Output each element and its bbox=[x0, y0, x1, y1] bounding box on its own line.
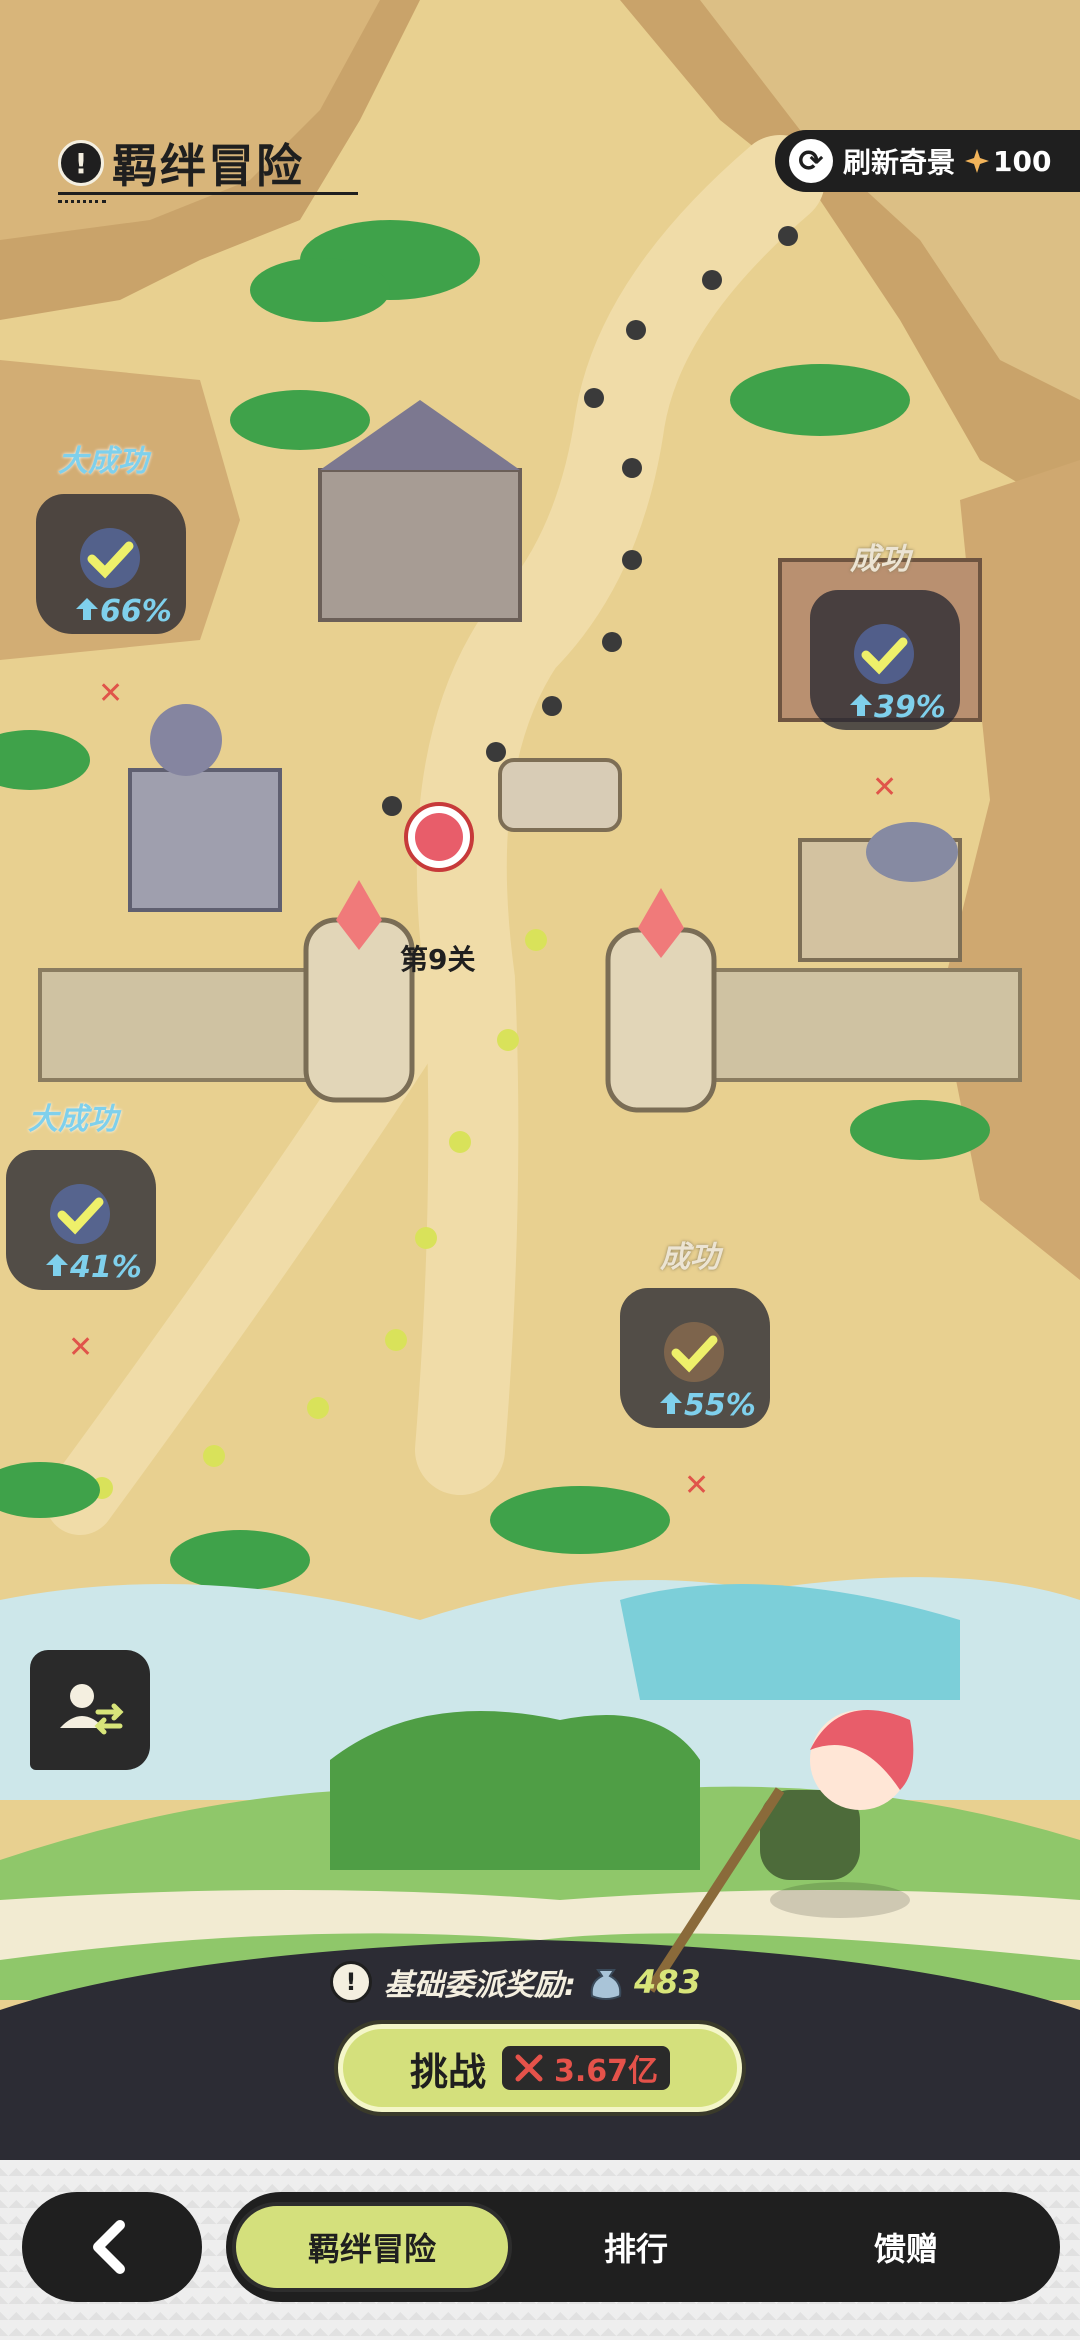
profile-swap-button[interactable] bbox=[30, 1650, 150, 1770]
map-node[interactable]: 55% bbox=[620, 1288, 770, 1438]
arrow-up-icon bbox=[46, 1254, 68, 1276]
arrow-up-icon bbox=[76, 598, 98, 620]
title-underline bbox=[58, 192, 358, 195]
reward-value: 483 bbox=[634, 1963, 701, 2001]
check-icon bbox=[854, 624, 914, 684]
star-gem-icon bbox=[965, 149, 990, 173]
refresh-scenery-button[interactable]: ⟳ 刷新奇景 100 bbox=[775, 130, 1080, 192]
refresh-icon: ⟳ bbox=[789, 139, 833, 183]
player-avatar bbox=[415, 813, 463, 861]
back-arrow-icon bbox=[93, 2220, 125, 2274]
check-icon bbox=[80, 528, 140, 588]
close-mark-icon: ✕ bbox=[68, 1330, 94, 1365]
player-marker[interactable] bbox=[404, 802, 474, 872]
node-status-label: 大成功 bbox=[58, 444, 148, 479]
map-node[interactable]: 39% bbox=[810, 590, 960, 740]
tab-ranking[interactable]: 排行 bbox=[536, 2202, 736, 2292]
profile-swap-icon bbox=[60, 1684, 124, 1735]
arrow-up-icon bbox=[660, 1392, 682, 1414]
bag-icon bbox=[590, 1969, 622, 2000]
page-title-text: 羁绊冒险 bbox=[112, 139, 304, 193]
info-icon[interactable]: ! bbox=[58, 140, 104, 186]
current-stage-label: 第9关 bbox=[400, 943, 476, 976]
challenge-button[interactable]: 挑战 3.67亿 bbox=[338, 2024, 742, 2112]
map-node[interactable]: 41% bbox=[6, 1150, 156, 1300]
tab-bond-adventure[interactable]: 羁绊冒险 bbox=[232, 2202, 512, 2292]
battle-power: 3.67亿 bbox=[501, 2046, 671, 2090]
check-icon bbox=[664, 1322, 724, 1382]
refresh-label: 刷新奇景 bbox=[843, 146, 956, 179]
title-underline-dots bbox=[58, 200, 106, 206]
node-percent: 55% bbox=[684, 1388, 756, 1423]
info-icon[interactable]: ! bbox=[330, 1961, 372, 2003]
reward-label: 基础委派奖励: bbox=[384, 1968, 576, 2003]
base-reward: ! 基础委派奖励: 483 bbox=[330, 1958, 701, 2006]
arrow-up-icon bbox=[850, 694, 872, 716]
node-status-label: 成功 bbox=[850, 542, 910, 577]
node-status-label: 成功 bbox=[660, 1240, 720, 1275]
map-art bbox=[0, 0, 1080, 2160]
tab-bar: 羁绊冒险 排行 馈赠 bbox=[226, 2192, 1060, 2302]
back-button[interactable] bbox=[22, 2192, 202, 2302]
check-icon bbox=[50, 1184, 110, 1244]
battle-power-icon bbox=[515, 2054, 543, 2082]
battle-power-value: 3.67亿 bbox=[553, 2054, 659, 2089]
page-title: ! 羁绊冒险 bbox=[58, 130, 304, 196]
close-mark-icon: ✕ bbox=[98, 676, 124, 711]
node-status-label: 大成功 bbox=[28, 1102, 118, 1137]
close-mark-icon: ✕ bbox=[872, 770, 898, 805]
challenge-label: 挑战 bbox=[409, 2049, 486, 2094]
refresh-cost: 100 bbox=[993, 144, 1052, 178]
close-mark-icon: ✕ bbox=[684, 1468, 710, 1503]
tab-gift[interactable]: 馈赠 bbox=[806, 2202, 1006, 2292]
node-percent: 39% bbox=[874, 690, 946, 725]
map-node[interactable]: 66% bbox=[36, 494, 186, 644]
node-percent: 41% bbox=[70, 1250, 142, 1285]
node-percent: 66% bbox=[100, 594, 172, 629]
adventure-map bbox=[0, 0, 1080, 2160]
